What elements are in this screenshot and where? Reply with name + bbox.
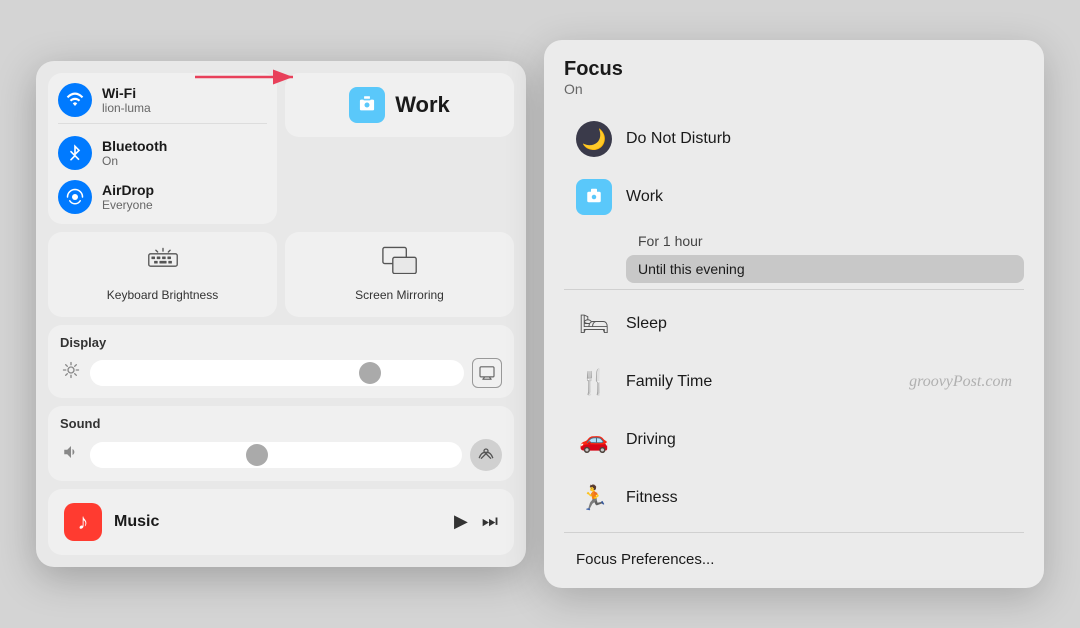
until-this-evening-item[interactable]: Until this evening [626, 255, 1024, 283]
fitness-icon: 🏃 [576, 480, 612, 516]
music-app-icon: ♪ [64, 503, 102, 541]
focus-item-sleep[interactable]: 🛏 Sleep [564, 296, 1024, 352]
sound-slider-track[interactable] [90, 442, 462, 468]
music-label: Music [114, 513, 442, 531]
focus-item-work[interactable]: Work [564, 169, 1024, 225]
fast-forward-button[interactable]: ⏭ [482, 511, 498, 532]
control-center-panel: Wi-Fi lion-luma Bluetooth On [36, 61, 526, 566]
driving-label: Driving [626, 431, 676, 449]
work-item-label: Work [626, 188, 663, 206]
screen-mirroring-label: Screen Mirroring [355, 288, 444, 302]
airdrop-subtitle: Everyone [102, 198, 154, 212]
display-section: Display [48, 325, 514, 398]
family-time-label: Family Time [626, 373, 712, 391]
fitness-label: Fitness [626, 489, 678, 507]
sleep-icon: 🛏 [576, 306, 612, 342]
top-row: Wi-Fi lion-luma Bluetooth On [48, 73, 514, 224]
airdrop-item[interactable]: AirDrop Everyone [58, 178, 267, 216]
bluetooth-item[interactable]: Bluetooth On [58, 134, 267, 172]
focus-divider [564, 289, 1024, 290]
arrow-svg [185, 63, 305, 91]
airdrop-icon [58, 180, 92, 214]
airplay-icon[interactable] [470, 439, 502, 471]
wifi-subtitle: lion-luma [102, 101, 151, 115]
display-label: Display [60, 335, 502, 350]
focus-item-fitness[interactable]: 🏃 Fitness [564, 470, 1024, 526]
bluetooth-icon [58, 136, 92, 170]
work-focus-label: Work [395, 92, 450, 118]
bluetooth-subtitle: On [102, 154, 167, 168]
display-end-icon [472, 358, 502, 388]
focus-panel: Focus On 🌙 Do Not Disturb Work For 1 hou… [544, 40, 1044, 588]
do-not-disturb-label: Do Not Disturb [626, 130, 731, 148]
focus-item-do-not-disturb[interactable]: 🌙 Do Not Disturb [564, 111, 1024, 167]
sleep-label: Sleep [626, 315, 667, 333]
airdrop-text: AirDrop Everyone [102, 182, 154, 212]
display-slider-row [60, 358, 502, 388]
sound-label: Sound [60, 416, 502, 431]
bottom-tiles: Keyboard Brightness Screen Mirroring [48, 232, 514, 316]
arrow-annotation [185, 63, 305, 96]
airdrop-label: AirDrop [102, 182, 154, 198]
keyboard-brightness-tile[interactable]: Keyboard Brightness [48, 232, 277, 316]
wifi-text: Wi-Fi lion-luma [102, 85, 151, 115]
family-time-icon: 🍴 [576, 364, 612, 400]
screen-mirroring-tile[interactable]: Screen Mirroring [285, 232, 514, 316]
bluetooth-text: Bluetooth On [102, 138, 167, 168]
bluetooth-label: Bluetooth [102, 138, 167, 154]
work-focus-icon [349, 87, 385, 123]
music-controls: ▶ ⏭ [454, 511, 498, 532]
focus-status: On [564, 81, 1024, 97]
sound-section: Sound [48, 406, 514, 481]
keyboard-brightness-label: Keyboard Brightness [107, 288, 218, 302]
keyboard-brightness-icon [147, 246, 179, 280]
work-focus-block[interactable]: Work [285, 73, 514, 137]
focus-item-family-time[interactable]: 🍴 Family Time groovyPost.com [564, 354, 1024, 410]
display-slider-track[interactable] [90, 360, 464, 386]
driving-icon: 🚗 [576, 422, 612, 458]
do-not-disturb-icon: 🌙 [576, 121, 612, 157]
wifi-label: Wi-Fi [102, 85, 151, 101]
work-focus-item-icon [576, 179, 612, 215]
focus-item-driving[interactable]: 🚗 Driving [564, 412, 1024, 468]
play-button[interactable]: ▶ [454, 511, 468, 532]
work-focus-container: Work [285, 73, 514, 224]
focus-header: Focus On [564, 58, 1024, 97]
work-sub-items: For 1 hour Until this evening [564, 227, 1024, 283]
wifi-icon [58, 83, 92, 117]
focus-divider-bottom [564, 532, 1024, 533]
work-item-content: Work [626, 188, 663, 206]
music-section: ♪ Music ▶ ⏭ [48, 489, 514, 555]
sound-slider-row [60, 439, 502, 471]
focus-title: Focus [564, 58, 1024, 81]
do-not-disturb-content: Do Not Disturb [626, 130, 731, 148]
brightness-icon [60, 361, 82, 384]
watermark: groovyPost.com [909, 373, 1012, 391]
volume-icon [60, 443, 82, 466]
for-1-hour-item[interactable]: For 1 hour [626, 227, 1024, 255]
focus-preferences[interactable]: Focus Preferences... [564, 539, 1024, 570]
screen-mirroring-icon [382, 246, 418, 280]
